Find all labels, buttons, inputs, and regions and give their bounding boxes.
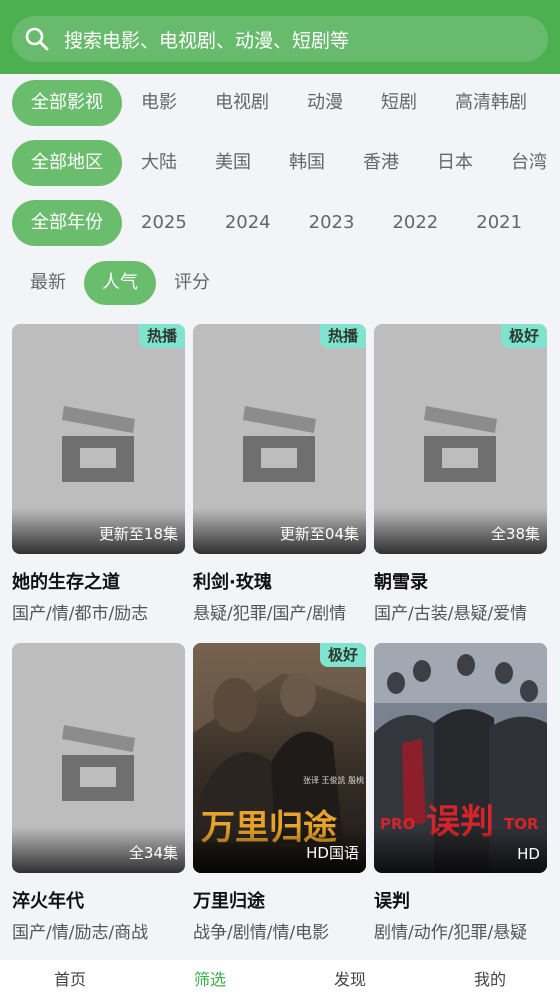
clapperboard-icon: [243, 406, 316, 482]
media-card[interactable]: PRO 误判 TOR HD 误判 剧情/动作/犯罪/悬疑: [374, 643, 547, 940]
card-title: 朝雪录: [374, 572, 428, 592]
filter-year-2021[interactable]: 2021: [457, 200, 541, 246]
filter-year-2023[interactable]: 2023: [290, 200, 374, 246]
clapperboard-icon: [424, 406, 497, 482]
filter-region-us[interactable]: 美国: [196, 140, 270, 186]
filter-type-tv[interactable]: 电视剧: [196, 80, 288, 126]
poster-image[interactable]: PRO 误判 TOR HD: [374, 643, 547, 873]
type-filter-row: 全部影视 电影 电视剧 动漫 短剧 高清韩剧: [0, 80, 560, 126]
hot-badge: 热播: [138, 324, 185, 348]
clapperboard-icon: [62, 406, 135, 482]
episode-status: 更新至04集: [279, 525, 359, 543]
card-genre: 国产/古装/悬疑/爱情: [374, 604, 528, 621]
filter-region-mainland[interactable]: 大陆: [122, 140, 196, 186]
search-bar[interactable]: 搜索电影、电视剧、动漫、短剧等: [12, 16, 548, 62]
card-title: 误判: [374, 891, 410, 911]
poster-placeholder[interactable]: 更新至04集 热播: [193, 324, 366, 554]
filter-region-japan[interactable]: 日本: [418, 140, 492, 186]
region-filter-row: 全部地区 大陆 美国 韩国 香港 日本 台湾: [0, 140, 560, 186]
hot-badge: 热播: [319, 324, 366, 348]
search-icon: [25, 27, 49, 51]
card-genre: 剧情/动作/犯罪/悬疑: [374, 923, 528, 940]
episode-status: 全38集: [490, 525, 540, 543]
episode-status: 全34集: [128, 844, 178, 862]
sort-row: 最新 人气 评分: [0, 261, 560, 305]
clapperboard-icon: [62, 725, 135, 801]
media-card[interactable]: 更新至04集 热播 利剑·玫瑰 悬疑/犯罪/国产/剧情: [193, 324, 366, 621]
poster-cast-text: 张译 王俊凯 殷桃: [303, 775, 364, 785]
tab-filter[interactable]: 筛选: [140, 960, 280, 995]
filter-type-kdrama[interactable]: 高清韩剧: [436, 80, 546, 126]
episode-status: 更新至18集: [98, 525, 178, 543]
quality-status: HD: [517, 845, 540, 863]
tab-discover[interactable]: 发现: [280, 960, 420, 995]
filter-region-korea[interactable]: 韩国: [270, 140, 344, 186]
tab-mine[interactable]: 我的: [420, 960, 560, 995]
filter-region-taiwan[interactable]: 台湾: [492, 140, 560, 186]
media-card[interactable]: 全34集 淬火年代 国产/情/励志/商战: [12, 643, 185, 940]
card-genre: 悬疑/犯罪/国产/剧情: [193, 604, 347, 621]
year-filter-row: 全部年份 2025 2024 2023 2022 2021 2020: [0, 200, 560, 246]
sort-popular[interactable]: 人气: [84, 261, 156, 305]
card-genre: 国产/情/都市/励志: [12, 604, 149, 621]
filter-year-2024[interactable]: 2024: [206, 200, 290, 246]
filter-year-2022[interactable]: 2022: [373, 200, 457, 246]
bottom-tab-bar: 首页 筛选 发现 我的: [0, 960, 560, 995]
media-card[interactable]: 万里归途 张译 王俊凯 殷桃 HD国语 极好 万里归途 战争/剧情/情/电影: [193, 643, 366, 940]
sort-latest[interactable]: 最新: [12, 261, 84, 305]
poster-image[interactable]: 万里归途 张译 王俊凯 殷桃 HD国语 极好: [193, 643, 366, 873]
card-title: 利剑·玫瑰: [193, 572, 272, 592]
filter-type-all[interactable]: 全部影视: [12, 80, 122, 126]
media-card[interactable]: 全38集 极好 朝雪录 国产/古装/悬疑/爱情: [374, 324, 547, 621]
filter-type-short[interactable]: 短剧: [362, 80, 436, 126]
filter-type-anime[interactable]: 动漫: [288, 80, 362, 126]
card-title: 淬火年代: [12, 891, 84, 911]
card-title: 万里归途: [193, 891, 265, 911]
card-genre: 战争/剧情/情/电影: [193, 923, 330, 940]
rating-badge: 极好: [319, 643, 366, 667]
search-placeholder: 搜索电影、电视剧、动漫、短剧等: [64, 29, 350, 52]
top-bar: 搜索电影、电视剧、动漫、短剧等: [0, 0, 560, 74]
filter-year-all[interactable]: 全部年份: [12, 200, 122, 246]
tab-home[interactable]: 首页: [0, 960, 140, 995]
card-genre: 国产/情/励志/商战: [12, 923, 149, 940]
poster-placeholder[interactable]: 更新至18集 热播: [12, 324, 185, 554]
quality-status: HD国语: [306, 844, 359, 862]
media-card[interactable]: 更新至18集 热播 她的生存之道 国产/情/都市/励志: [12, 324, 185, 621]
filter-type-movie[interactable]: 电影: [122, 80, 196, 126]
filter-year-2025[interactable]: 2025: [122, 200, 206, 246]
filter-year-2020[interactable]: 2020: [541, 200, 560, 246]
poster-placeholder[interactable]: 全38集 极好: [374, 324, 547, 554]
sort-rating[interactable]: 评分: [156, 261, 228, 305]
card-title: 她的生存之道: [12, 572, 120, 592]
filter-region-all[interactable]: 全部地区: [12, 140, 122, 186]
rating-badge: 极好: [500, 324, 547, 348]
filter-region-hk[interactable]: 香港: [344, 140, 418, 186]
poster-placeholder[interactable]: 全34集: [12, 643, 185, 873]
